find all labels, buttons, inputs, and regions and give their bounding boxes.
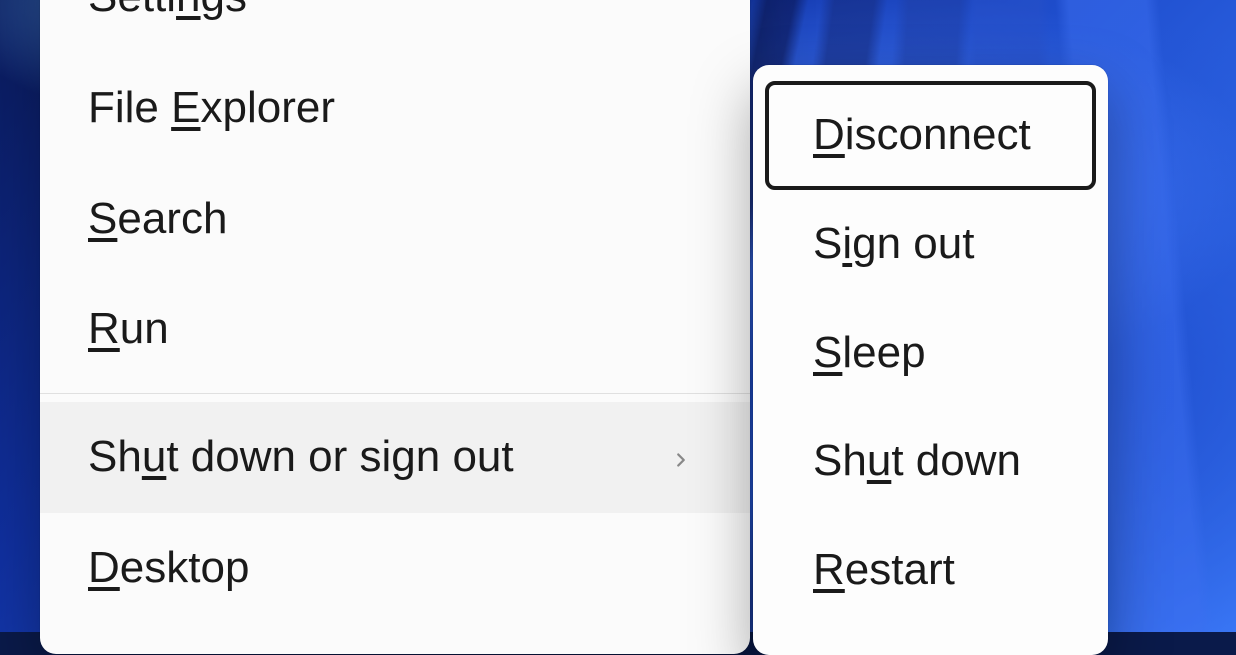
menu-item-file-explorer[interactable]: File Explorer [40, 53, 750, 164]
submenu-item-signout[interactable]: Sign out [765, 190, 1096, 299]
menu-divider [40, 393, 750, 394]
submenu-item-label: Sleep [813, 328, 926, 377]
menu-item-label: Settings [88, 0, 247, 24]
menu-item-shutdown-signout[interactable]: Shut down or sign out [40, 402, 750, 513]
menu-item-search[interactable]: Search [40, 164, 750, 275]
menu-item-desktop[interactable]: Desktop [40, 513, 750, 624]
shutdown-submenu: Disconnect Sign out Sleep Shut down Rest… [753, 65, 1108, 655]
menu-item-label: Run [88, 303, 169, 356]
submenu-item-label: Sign out [813, 219, 974, 268]
submenu-item-label: Disconnect [813, 110, 1031, 159]
submenu-item-sleep[interactable]: Sleep [765, 299, 1096, 408]
submenu-item-label: Restart [813, 545, 955, 594]
chevron-right-icon [670, 431, 702, 484]
menu-item-label: File Explorer [88, 82, 335, 135]
submenu-item-restart[interactable]: Restart [765, 516, 1096, 625]
menu-item-label: Shut down or sign out [88, 431, 514, 484]
submenu-item-shutdown[interactable]: Shut down [765, 407, 1096, 516]
submenu-item-label: Shut down [813, 436, 1021, 485]
submenu-item-disconnect[interactable]: Disconnect [765, 81, 1096, 190]
menu-item-label: Desktop [88, 542, 249, 595]
menu-item-settings[interactable]: Settings [40, 0, 750, 53]
winx-context-menu: Settings File Explorer Search Run Shut d… [40, 0, 750, 654]
menu-item-run[interactable]: Run [40, 274, 750, 385]
menu-item-label: Search [88, 193, 227, 246]
